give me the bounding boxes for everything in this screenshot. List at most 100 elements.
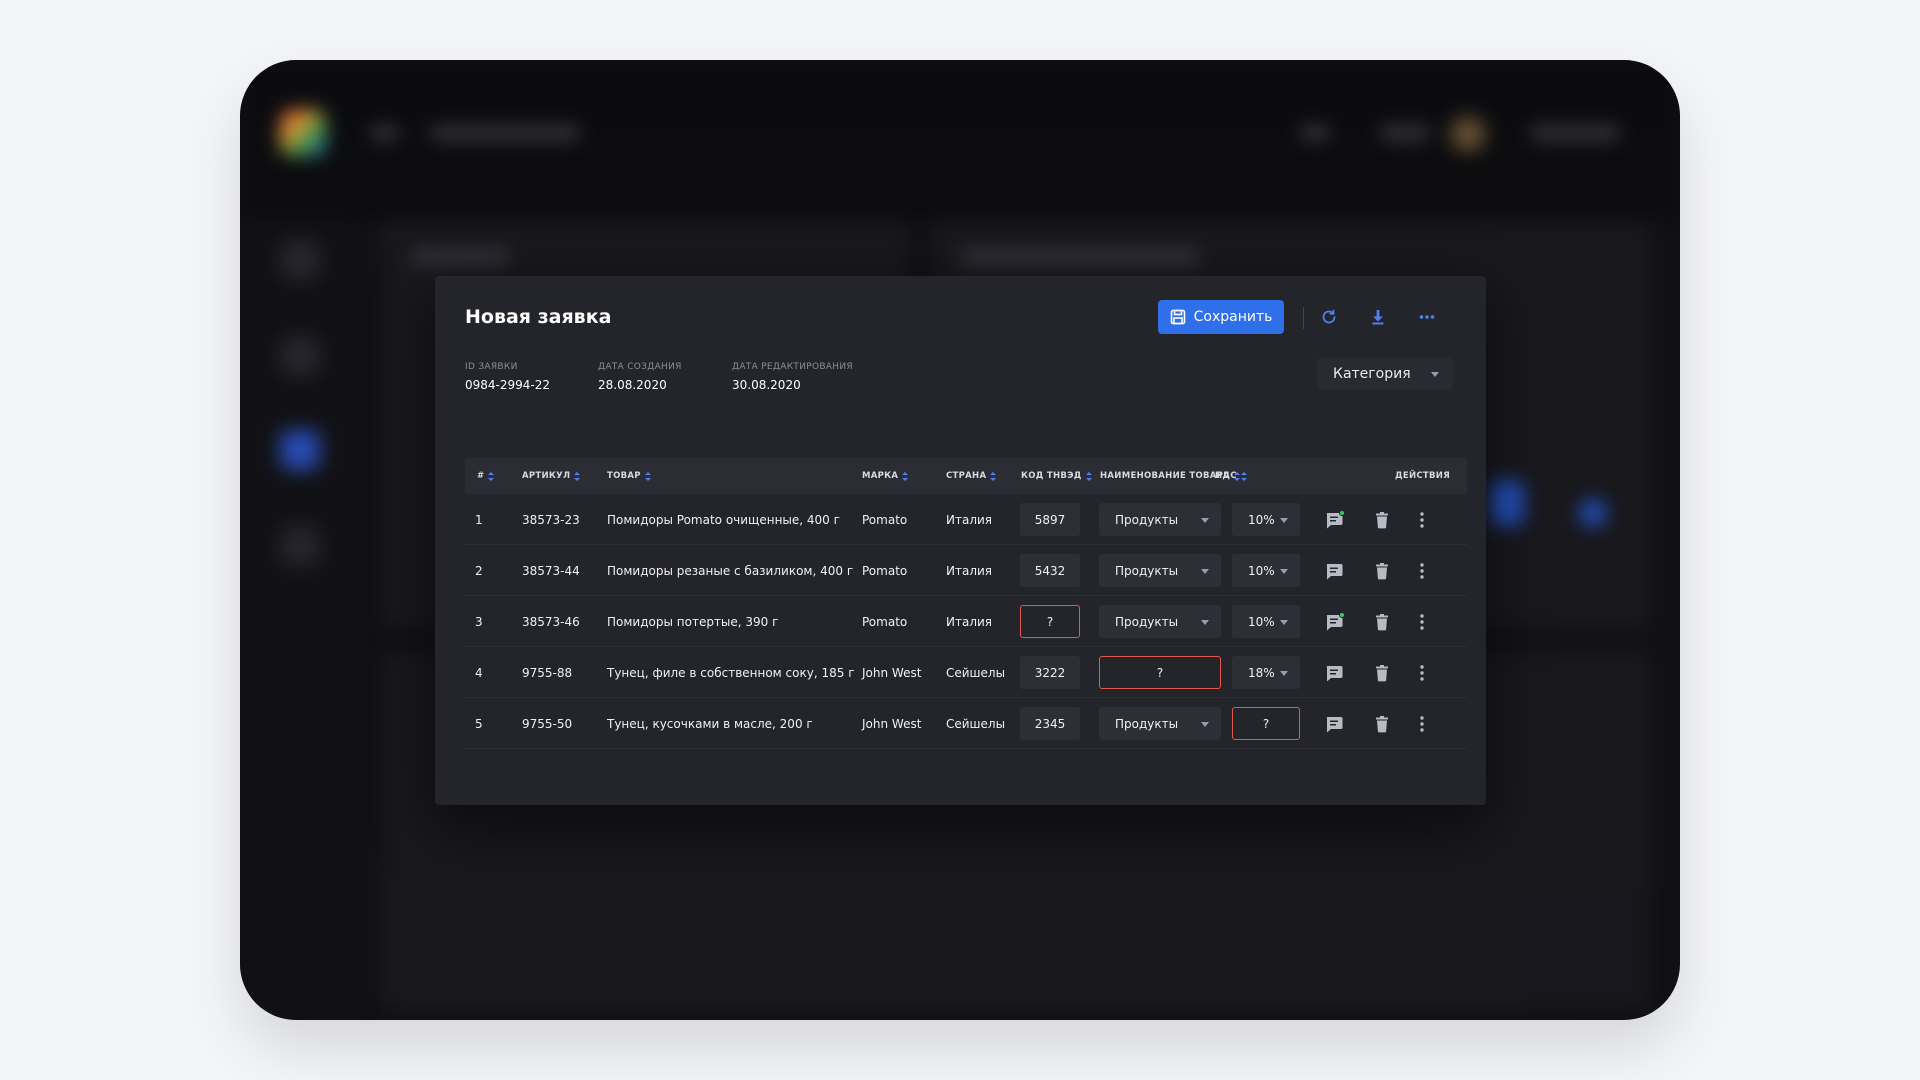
row-number: 4: [475, 665, 483, 680]
vat-select[interactable]: 10%: [1232, 503, 1300, 536]
save-icon: [1170, 309, 1185, 325]
sort-icon: [1085, 471, 1092, 481]
row-sku: 9755-88: [522, 665, 573, 680]
sort-icon: [990, 471, 997, 481]
comment-button[interactable]: [1323, 713, 1345, 735]
column-header-brand[interactable]: МАРКА: [862, 471, 909, 481]
tnved-input[interactable]: 5432: [1020, 554, 1080, 587]
items-table: # АРТИКУЛ ТОВАР МАРКА СТРАНА КОД ТНВЭД Н…: [465, 458, 1467, 749]
row-country: Сейшелы: [946, 716, 1006, 731]
download-button[interactable]: [1362, 302, 1394, 332]
row-number: 2: [475, 563, 483, 578]
refresh-icon: [1322, 309, 1336, 324]
comment-button[interactable]: [1323, 611, 1345, 633]
comment-icon: [1326, 717, 1343, 733]
comment-button[interactable]: [1323, 509, 1345, 531]
column-header-vat[interactable]: НДС: [1215, 471, 1247, 481]
chevron-down-icon: [1280, 568, 1288, 574]
delete-button[interactable]: [1371, 560, 1393, 582]
column-header-sku[interactable]: АРТИКУЛ: [522, 471, 581, 481]
refresh-button[interactable]: [1313, 302, 1345, 332]
row-product: Помидоры Pomato очищенные, 400 г: [607, 512, 840, 527]
comment-icon: [1326, 666, 1343, 682]
meta-label: ДАТА СОЗДАНИЯ: [598, 362, 682, 372]
vat-value: 10%: [1248, 512, 1275, 527]
row-number: 5: [475, 716, 483, 731]
row-product: Помидоры резаные с базиликом, 400 г: [607, 563, 854, 578]
save-button-label: Сохранить: [1193, 309, 1273, 325]
tnved-input[interactable]: 5897: [1020, 503, 1080, 536]
row-country: Сейшелы: [946, 665, 1006, 680]
delete-button[interactable]: [1371, 662, 1393, 684]
column-header-actions: ДЕЙСТВИЯ: [1395, 471, 1451, 481]
product-name-value: Продукты: [1115, 512, 1179, 527]
column-header-number[interactable]: #: [477, 471, 495, 481]
vat-select[interactable]: 10%: [1232, 605, 1300, 638]
row-menu-button[interactable]: [1411, 560, 1433, 582]
row-brand: Pomato: [862, 512, 908, 527]
delete-button[interactable]: [1371, 509, 1393, 531]
delete-button[interactable]: [1371, 611, 1393, 633]
comment-icon: [1326, 564, 1343, 580]
toolbar-divider: [1303, 307, 1304, 329]
row-sku: 38573-44: [522, 563, 580, 578]
chevron-down-icon: [1280, 517, 1288, 523]
product-name-select[interactable]: Продукты: [1099, 605, 1221, 638]
meta-value: 0984-2994-22: [465, 378, 551, 392]
row-sku: 9755-50: [522, 716, 573, 731]
delete-button[interactable]: [1371, 713, 1393, 735]
row-brand: John West: [862, 716, 922, 731]
table-row: 5 9755-50 Тунец, кусочками в масле, 200 …: [465, 698, 1467, 749]
sort-icon: [574, 471, 581, 481]
column-header-product[interactable]: ТОВАР: [607, 471, 651, 481]
column-header-tnved[interactable]: КОД ТНВЭД: [1021, 471, 1092, 481]
row-menu-button[interactable]: [1411, 662, 1433, 684]
device-frame: Новая заявка Сохранить ID ЗАЯВКИ 0984-29…: [240, 60, 1680, 1020]
row-country: Италия: [946, 614, 993, 629]
product-name-select[interactable]: Продукты: [1099, 707, 1221, 740]
row-product: Помидоры потертые, 390 г: [607, 614, 779, 629]
meta-created-date: ДАТА СОЗДАНИЯ 28.08.2020: [598, 362, 682, 392]
vat-select[interactable]: ?: [1232, 707, 1300, 740]
tnved-input[interactable]: ?: [1020, 605, 1080, 638]
table-header: # АРТИКУЛ ТОВАР МАРКА СТРАНА КОД ТНВЭД Н…: [465, 458, 1467, 494]
vat-select[interactable]: 10%: [1232, 554, 1300, 587]
table-row: 1 38573-23 Помидоры Pomato очищенные, 40…: [465, 494, 1467, 545]
comment-button[interactable]: [1323, 560, 1345, 582]
meta-request-id: ID ЗАЯВКИ 0984-2994-22: [465, 362, 550, 392]
product-name-value: Продукты: [1115, 716, 1179, 731]
vat-value: ?: [1262, 716, 1270, 731]
product-name-value: ?: [1156, 665, 1164, 680]
category-select[interactable]: Категория: [1317, 358, 1453, 390]
more-vertical-icon: [1420, 563, 1424, 579]
vat-value: 10%: [1248, 614, 1275, 629]
more-options-button[interactable]: [1411, 302, 1443, 332]
row-menu-button[interactable]: [1411, 509, 1433, 531]
vat-select[interactable]: 18%: [1232, 656, 1300, 689]
chevron-down-icon: [1280, 619, 1288, 625]
product-name-select[interactable]: ?: [1099, 656, 1221, 689]
meta-edited-date: ДАТА РЕДАКТИРОВАНИЯ 30.08.2020: [732, 362, 853, 392]
meta-label: ID ЗАЯВКИ: [465, 362, 518, 372]
row-menu-button[interactable]: [1411, 611, 1433, 633]
product-name-select[interactable]: Продукты: [1099, 503, 1221, 536]
row-brand: Pomato: [862, 563, 908, 578]
row-product: Тунец, кусочками в масле, 200 г: [607, 716, 813, 731]
modal-title: Новая заявка: [465, 306, 612, 328]
chevron-down-icon: [1431, 372, 1439, 377]
trash-icon: [1376, 614, 1388, 631]
comment-button[interactable]: [1323, 662, 1345, 684]
row-number: 1: [475, 512, 483, 527]
tnved-input[interactable]: 3222: [1020, 656, 1080, 689]
row-menu-button[interactable]: [1411, 713, 1433, 735]
save-button[interactable]: Сохранить: [1158, 300, 1284, 334]
tnved-input[interactable]: 2345: [1020, 707, 1080, 740]
vat-value: 10%: [1248, 563, 1275, 578]
column-header-country[interactable]: СТРАНА: [946, 471, 997, 481]
chevron-down-icon: [1201, 568, 1209, 574]
sort-icon: [644, 471, 651, 481]
vat-value: 18%: [1248, 665, 1275, 680]
new-request-modal: Новая заявка Сохранить ID ЗАЯВКИ 0984-29…: [435, 276, 1486, 805]
more-vertical-icon: [1420, 614, 1424, 630]
product-name-select[interactable]: Продукты: [1099, 554, 1221, 587]
